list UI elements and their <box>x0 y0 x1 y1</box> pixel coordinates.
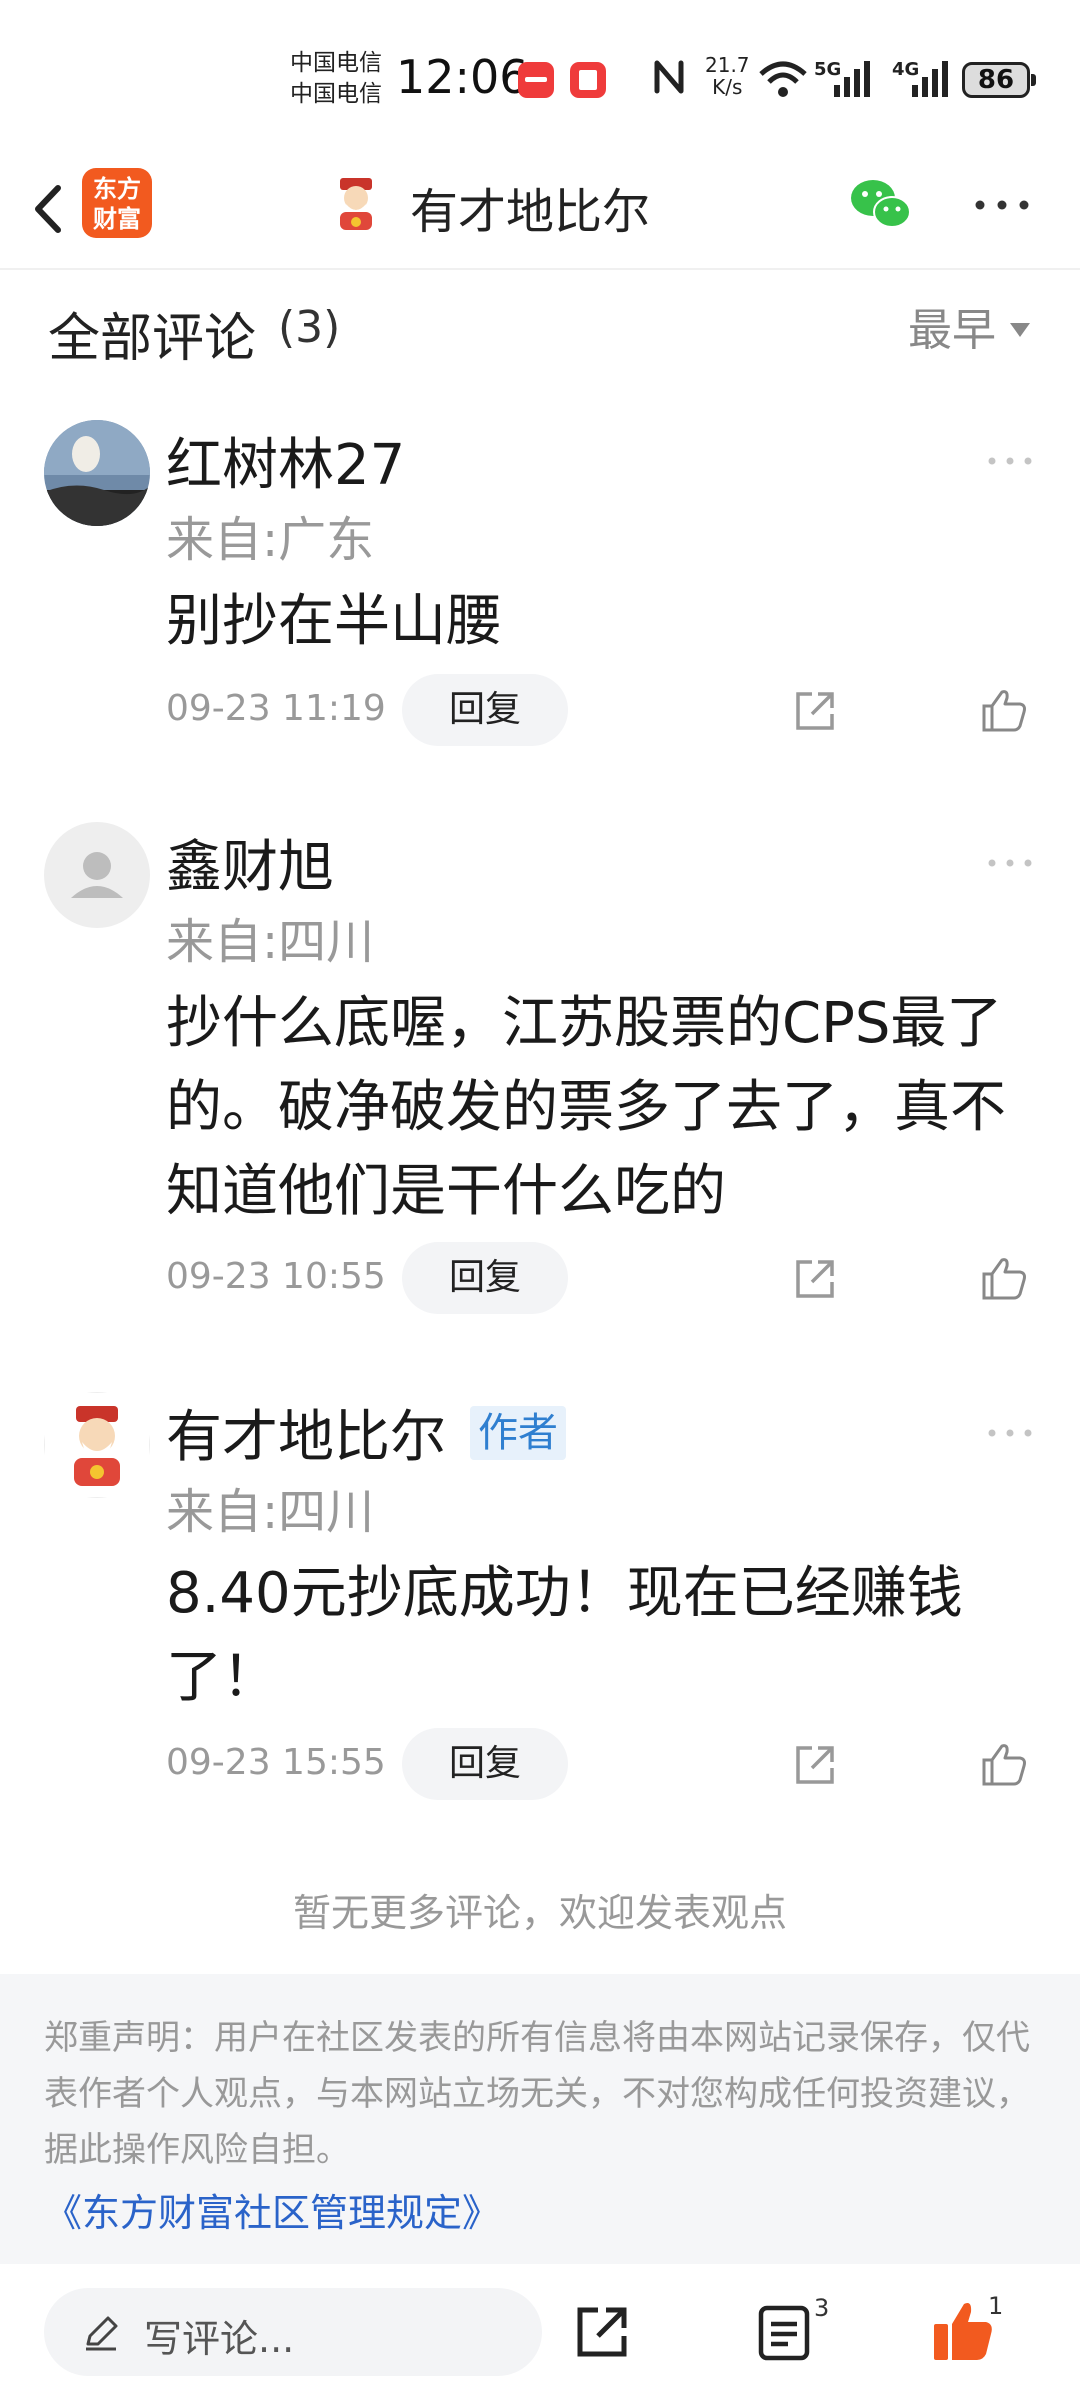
status-time: 12:06 <box>396 50 529 104</box>
like-icon[interactable] <box>980 1254 1028 1302</box>
status-bar: 中国电信 中国电信 12:06 21.7 K/s 5G 4G 86 <box>0 0 1080 150</box>
comment-time: 09-23 10:55 <box>166 1256 386 1297</box>
book-app-icon <box>570 62 606 98</box>
huawei-app-icon <box>518 62 554 98</box>
brand-logo[interactable]: 东方 财富 <box>82 168 152 238</box>
comment-time: 09-23 15:55 <box>166 1742 386 1783</box>
like-icon[interactable] <box>980 1740 1028 1788</box>
comment-location: 来自:四川 <box>166 1484 375 1540</box>
comment-text: 别抄在半山腰 <box>166 589 502 654</box>
comment-text: 抄什么底喔，江苏股票的CPS最了的。破净破发的票多了去了，真不知道他们是干什么吃… <box>166 991 1006 1224</box>
share-icon[interactable] <box>792 1742 838 1788</box>
comments-list-icon[interactable] <box>756 2304 812 2362</box>
author-avatar-icon <box>340 178 372 230</box>
comment-input[interactable]: 写评论... <box>44 2288 542 2376</box>
carrier-1: 中国电信 <box>290 50 382 76</box>
comments-header: 全部评论 (3) 最早 <box>0 272 1080 382</box>
no-more-comments: 暂无更多评论，欢迎发表观点 <box>292 1891 787 1935</box>
disclaimer-section: 郑重声明：用户在社区发表的所有信息将由本网站记录保存，仅代表作者个人观点，与本网… <box>0 1974 1080 2264</box>
like-icon[interactable] <box>980 686 1028 734</box>
comments-title: 全部评论 <box>48 309 257 369</box>
comment-meta: 09-23 15:55 回复 <box>166 1728 1046 1800</box>
comment-author-name[interactable]: 红树林27 <box>166 420 405 501</box>
sort-dropdown[interactable]: 最早 <box>908 294 1030 358</box>
nav-header: 东方 财富 有才地比尔 <box>0 150 1080 270</box>
back-icon[interactable] <box>20 174 90 244</box>
comment-item: 有才地比尔 作者 来自:四川 8.40元抄底成功！现在已经赚钱了！ 09-23 … <box>0 1392 1080 1812</box>
carrier-label: 中国电信 中国电信 <box>290 48 382 110</box>
signal-4g-icon: 4G <box>892 59 948 97</box>
net-speed-unit: K/s <box>712 75 743 99</box>
more-options-icon[interactable] <box>972 190 1032 220</box>
default-avatar-icon[interactable] <box>44 822 150 928</box>
brand-logo-line2: 财富 <box>93 205 141 233</box>
user-avatar[interactable] <box>44 420 150 526</box>
comment-time: 09-23 11:19 <box>166 688 386 729</box>
caret-down-icon <box>1010 323 1030 337</box>
comment-meta: 09-23 11:19 回复 <box>166 674 1046 746</box>
wifi-icon <box>759 61 807 97</box>
like-filled-icon[interactable] <box>930 2298 996 2364</box>
user-avatar[interactable] <box>44 1392 150 1498</box>
carrier-2: 中国电信 <box>290 81 382 107</box>
share-icon[interactable] <box>572 2302 632 2362</box>
svg-text:4G: 4G <box>892 59 919 80</box>
page-title: 有才地比尔 <box>410 184 651 240</box>
sort-label: 最早 <box>908 305 996 356</box>
share-icon[interactable] <box>792 688 838 734</box>
battery-indicator: 86 <box>962 62 1036 98</box>
nfc-icon <box>654 60 684 94</box>
comment-meta: 09-23 10:55 回复 <box>166 1242 1046 1314</box>
reply-button[interactable]: 回复 <box>402 1242 568 1314</box>
comment-more-icon[interactable] <box>986 454 1034 468</box>
svg-text:5G: 5G <box>814 59 841 80</box>
signal-5g-icon: 5G <box>814 59 870 97</box>
net-speed-value: 21.7 <box>705 53 750 77</box>
comments-count: (3) <box>278 302 341 353</box>
author-badge: 作者 <box>470 1406 566 1460</box>
comment-text: 8.40元抄底成功！现在已经赚钱了！ <box>166 1561 963 1710</box>
comment-author-name[interactable]: 鑫财旭 <box>166 822 334 903</box>
comment-author-name[interactable]: 有才地比尔 <box>166 1392 446 1473</box>
comment-more-icon[interactable] <box>986 1426 1034 1440</box>
bottom-action-bar: 写评论... 3 1 <box>0 2264 1080 2400</box>
share-icon[interactable] <box>792 1256 838 1302</box>
net-speed: 21.7 K/s <box>705 54 750 98</box>
comment-location: 来自:广东 <box>166 512 375 568</box>
comment-item: 鑫财旭 来自:四川 抄什么底喔，江苏股票的CPS最了的。破净破发的票多了去了，真… <box>0 822 1080 1322</box>
pencil-icon <box>86 2316 118 2351</box>
comment-location: 来自:四川 <box>166 914 375 970</box>
comment-item: 红树林27 来自:广东 别抄在半山腰 09-23 11:19 回复 <box>0 420 1080 750</box>
comments-count-badge: 3 <box>814 2294 830 2322</box>
comment-input-placeholder: 写评论... <box>144 2317 295 2361</box>
disclaimer-text: 郑重声明：用户在社区发表的所有信息将由本网站记录保存，仅代表作者个人观点，与本网… <box>44 2018 1030 2170</box>
brand-logo-line1: 东方 <box>93 175 141 203</box>
comment-more-icon[interactable] <box>986 856 1034 870</box>
community-rules-link[interactable]: 《东方财富社区管理规定》 <box>44 2182 500 2237</box>
wechat-share-icon[interactable] <box>848 176 914 234</box>
reply-button[interactable]: 回复 <box>402 674 568 746</box>
reply-button[interactable]: 回复 <box>402 1728 568 1800</box>
like-count-badge: 1 <box>988 2292 1004 2320</box>
